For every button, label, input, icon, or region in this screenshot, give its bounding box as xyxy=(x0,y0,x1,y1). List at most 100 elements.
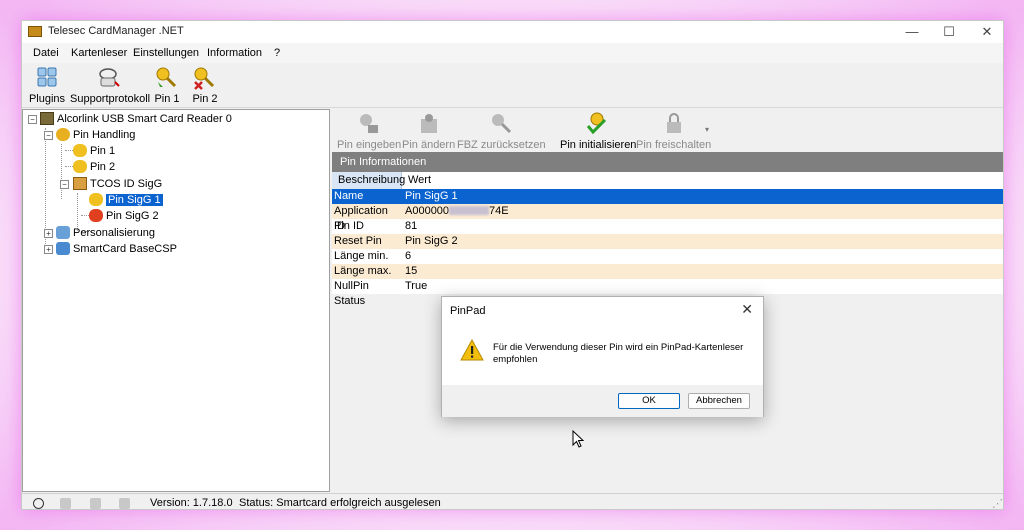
pin-info-header: Pin Informationen xyxy=(332,152,1003,172)
dialog-body: Für die Verwendung dieser Pin wird ein P… xyxy=(442,323,763,385)
pin-initialize-icon xyxy=(587,112,607,135)
log-status-icon xyxy=(119,498,130,509)
tree-node-pin-sigg1[interactable]: Pin SigG 1 xyxy=(89,192,163,208)
window-title: Telesec CardManager .NET xyxy=(48,25,184,37)
support-log-icon xyxy=(99,68,120,87)
personalisierung-expand-toggle[interactable]: + xyxy=(44,229,53,238)
dialog-close-button[interactable]: ✕ xyxy=(741,301,753,318)
pin-freischalten-label: Pin freischalten xyxy=(636,139,712,151)
main-toolbar: Plugins Supportprotokoll Pin 1 Pin 2 xyxy=(22,63,1003,108)
close-button[interactable]: ✕ xyxy=(967,21,1003,43)
app-window: Telesec CardManager .NET — ☐ ✕ Datei Kar… xyxy=(21,20,1004,510)
table-row[interactable]: Länge min. 6 xyxy=(332,249,1003,264)
menu-kartenleser[interactable]: Kartenleser xyxy=(71,47,127,59)
key-icon xyxy=(73,144,87,157)
tree-node-basecsp[interactable]: SmartCard BaseCSP xyxy=(56,241,177,257)
table-row[interactable]: NullPin Status True xyxy=(332,279,1003,307)
tree-node-pin-handling[interactable]: Pin Handling xyxy=(56,127,135,143)
personalisierung-icon xyxy=(56,226,70,239)
maximize-button[interactable]: ☐ xyxy=(929,21,969,43)
reader-status-icon xyxy=(60,498,71,509)
card-tree[interactable]: − Alcorlink USB Smart Card Reader 0 − Pi… xyxy=(22,109,330,492)
supportprotokoll-button[interactable]: Supportprotokoll xyxy=(70,65,151,105)
mouse-cursor-icon xyxy=(572,430,584,448)
fbz-zuruecksetzen-label: FBZ zurücksetzen xyxy=(457,139,546,151)
pin2-button[interactable]: Pin 2 xyxy=(192,65,218,105)
basecsp-icon xyxy=(56,242,70,255)
tree-node-personalisierung[interactable]: Personalisierung xyxy=(56,225,155,241)
pin-initialisieren-button[interactable]: Pin initialisieren xyxy=(560,111,636,151)
tree-node-pin1[interactable]: Pin 1 xyxy=(73,143,115,159)
personalisierung-label: Personalisierung xyxy=(73,227,155,239)
pin2-tree-label: Pin 2 xyxy=(90,161,116,173)
table-row[interactable]: Pin ID 81 xyxy=(332,219,1003,234)
pin-sigg1-label: Pin SigG 1 xyxy=(106,194,163,206)
status-text: Status: Smartcard erfolgreich ausgelesen xyxy=(239,497,441,509)
tcos-collapse-toggle[interactable]: − xyxy=(60,180,69,189)
dialog-title: PinPad xyxy=(450,305,486,317)
pin-eingeben-label: Pin eingeben xyxy=(337,139,402,151)
abbrechen-button[interactable]: Abbrechen xyxy=(688,393,750,409)
pin-freischalten-button[interactable]: Pin freischalten xyxy=(636,111,711,151)
pin1-label: Pin 1 xyxy=(154,93,180,105)
table-row[interactable]: Application ID A000000 74E xyxy=(332,204,1003,232)
redacted-value xyxy=(449,206,490,215)
title-bar: Telesec CardManager .NET — ☐ ✕ xyxy=(22,21,1003,43)
root-collapse-toggle[interactable]: − xyxy=(28,115,37,124)
grid-column-header: Beschreibung Wert xyxy=(332,172,1003,189)
pin2-label: Pin 2 xyxy=(192,93,218,105)
menu-bar: Datei Kartenleser Einstellungen Informat… xyxy=(22,43,1003,63)
minimize-button[interactable]: — xyxy=(892,21,932,43)
pin-entry-icon xyxy=(360,114,379,133)
pin-aendern-button[interactable]: Pin ändern xyxy=(402,111,455,151)
dialog-message: Für die Verwendung dieser Pin wird ein P… xyxy=(493,342,744,365)
plugins-label: Plugins xyxy=(28,93,66,105)
pin-handling-label: Pin Handling xyxy=(73,129,136,141)
menu-help[interactable]: ? xyxy=(274,47,280,59)
card-reader-icon xyxy=(40,112,54,125)
basecsp-label: SmartCard BaseCSP xyxy=(73,243,177,255)
pin-info-grid: Beschreibung Wert Name Pin SigG 1 Applic… xyxy=(332,172,1003,307)
key-icon xyxy=(73,160,87,173)
status-circle-icon xyxy=(33,498,44,509)
pinpad-dialog: PinPad ✕ Für die Verwendung dieser Pin w… xyxy=(441,296,764,417)
pin1-button[interactable]: Pin 1 xyxy=(154,65,180,105)
tree-node-tcos[interactable]: TCOS ID SigG xyxy=(73,176,162,192)
column-beschreibung[interactable]: Beschreibung xyxy=(332,172,405,189)
key-red-icon xyxy=(194,67,215,90)
key-red-icon xyxy=(89,209,103,222)
pin-aendern-label: Pin ändern xyxy=(402,139,456,151)
ok-button[interactable]: OK xyxy=(618,393,680,409)
pin-handling-icon xyxy=(56,128,70,141)
pin-toolbar: Pin eingeben Pin ändern FBZ zurücksetzen… xyxy=(332,109,1003,151)
tcos-label: TCOS ID SigG xyxy=(90,178,163,190)
fbz-zuruecksetzen-button[interactable]: FBZ zurücksetzen xyxy=(457,111,546,151)
warning-icon xyxy=(460,339,484,361)
card-status-icon xyxy=(90,498,101,509)
key-icon xyxy=(156,67,177,88)
pin-sigg2-label: Pin SigG 2 xyxy=(106,210,159,222)
menu-einstellungen[interactable]: Einstellungen xyxy=(133,47,199,59)
version-label: Version: 1.7.18.0 xyxy=(150,497,233,509)
tree-node-pin-sigg2[interactable]: Pin SigG 2 xyxy=(89,208,159,224)
pin-handling-collapse-toggle[interactable]: − xyxy=(44,131,53,140)
pin1-tree-label: Pin 1 xyxy=(90,145,116,157)
reset-icon xyxy=(492,114,512,134)
tree-node-pin2[interactable]: Pin 2 xyxy=(73,159,115,175)
table-row[interactable]: Reset Pin Pin SigG 2 xyxy=(332,234,1003,249)
resize-grip-icon[interactable]: ⋰ xyxy=(992,497,1003,509)
overflow-chevron-icon[interactable]: ▾ xyxy=(705,125,709,134)
supportprotokoll-label: Supportprotokoll xyxy=(70,93,151,105)
table-row[interactable]: Länge max. 15 xyxy=(332,264,1003,279)
tree-node-reader[interactable]: Alcorlink USB Smart Card Reader 0 xyxy=(40,111,232,127)
menu-datei[interactable]: Datei xyxy=(33,47,59,59)
menu-information[interactable]: Information xyxy=(207,47,262,59)
plugins-button[interactable]: Plugins xyxy=(27,65,67,105)
pin-eingeben-button[interactable]: Pin eingeben xyxy=(337,111,401,151)
folder-icon xyxy=(73,177,87,190)
pin-change-icon xyxy=(420,114,437,133)
reader-label: Alcorlink USB Smart Card Reader 0 xyxy=(57,113,232,125)
basecsp-expand-toggle[interactable]: + xyxy=(44,245,53,254)
column-wert[interactable]: Wert xyxy=(408,172,431,189)
table-row[interactable]: Name Pin SigG 1 xyxy=(332,189,1003,204)
